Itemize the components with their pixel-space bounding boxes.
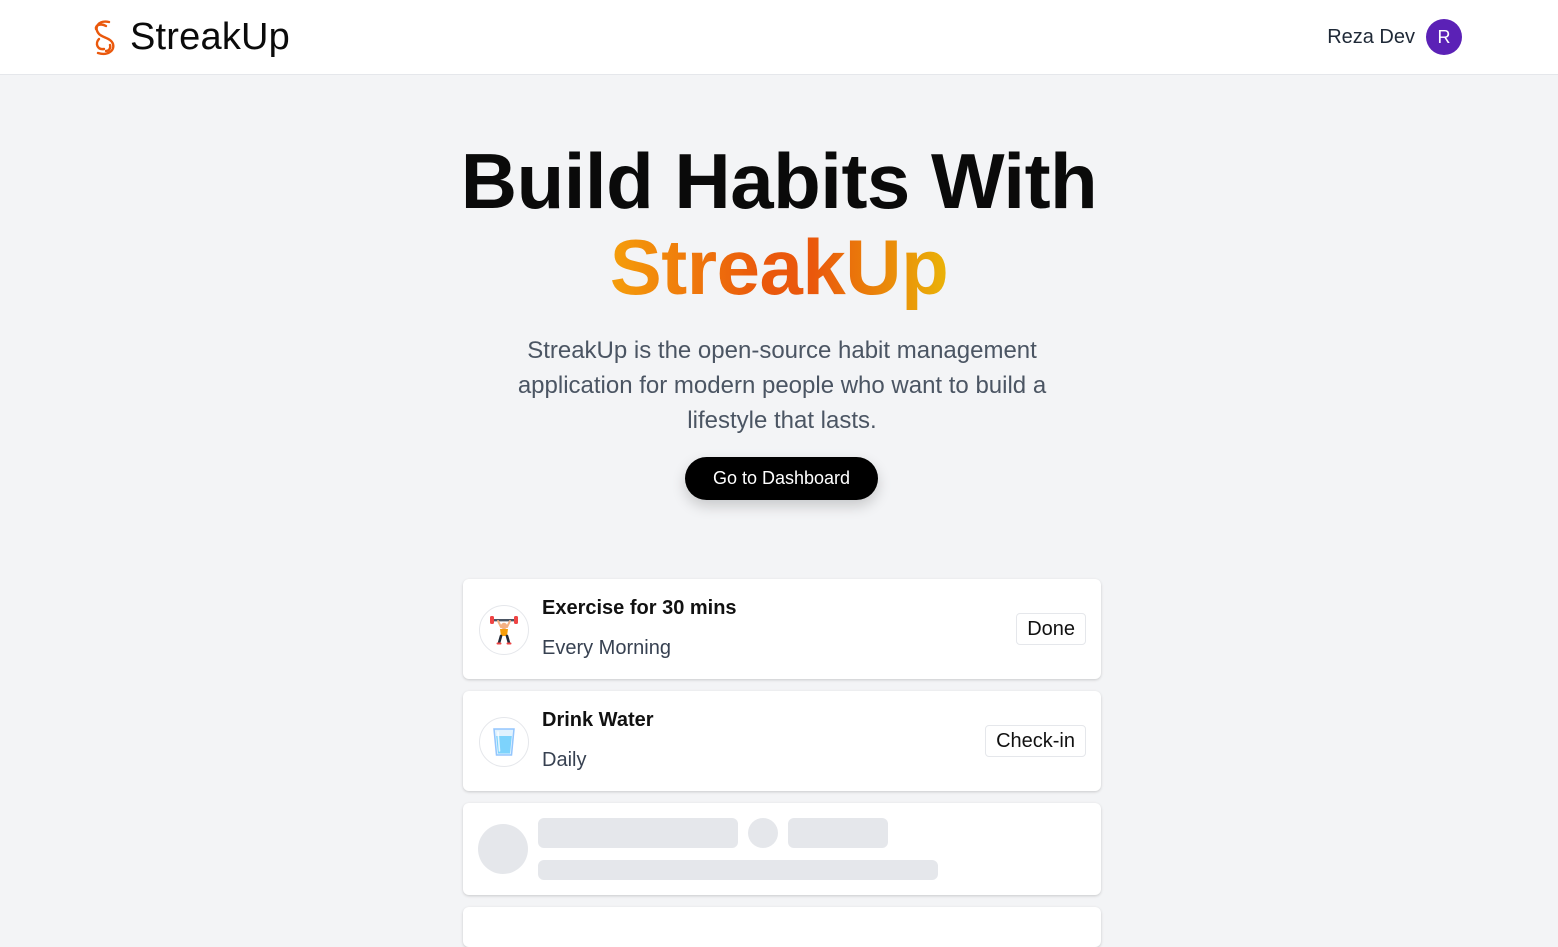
habit-card-skeleton bbox=[463, 907, 1101, 947]
habit-card: Exercise for 30 mins Every Morning Done bbox=[463, 579, 1101, 679]
go-to-dashboard-button[interactable]: Go to Dashboard bbox=[685, 457, 878, 500]
brand-home-link[interactable]: StreakUp bbox=[88, 14, 290, 60]
glass-of-water-icon bbox=[479, 717, 529, 767]
hero-title: Build Habits With StreakUp bbox=[0, 138, 1558, 310]
skeleton-title-bar bbox=[538, 818, 738, 848]
habit-title: Exercise for 30 mins bbox=[542, 597, 737, 619]
weightlifter-icon bbox=[479, 605, 529, 655]
hero-subtitle: StreakUp is the open-source habit manage… bbox=[517, 337, 1047, 434]
top-navbar: StreakUp Reza Dev R bbox=[0, 0, 1558, 75]
hero-title-accent: StreakUp bbox=[609, 223, 949, 311]
habit-done-button[interactable]: Done bbox=[1016, 613, 1086, 645]
skeleton-avatar bbox=[478, 824, 528, 874]
skeleton-subtitle-bar bbox=[538, 860, 938, 880]
habit-card: Drink Water Daily Check-in bbox=[463, 691, 1101, 791]
skeleton-badge-bar bbox=[788, 818, 888, 848]
brand-name: StreakUp bbox=[130, 15, 291, 58]
user-menu[interactable]: Reza Dev R bbox=[1327, 19, 1462, 55]
avatar[interactable]: R bbox=[1426, 19, 1462, 55]
skeleton-dot bbox=[748, 818, 778, 848]
habit-frequency: Daily bbox=[542, 749, 587, 771]
habit-frequency: Every Morning bbox=[542, 637, 671, 659]
habit-title: Drink Water bbox=[542, 709, 654, 731]
hero-title-line: Build Habits With bbox=[460, 137, 1098, 225]
user-name: Reza Dev bbox=[1327, 25, 1415, 48]
habit-card-skeleton bbox=[463, 803, 1101, 895]
streak-swirl-icon bbox=[94, 20, 115, 56]
habit-check-in-button[interactable]: Check-in bbox=[985, 725, 1086, 757]
